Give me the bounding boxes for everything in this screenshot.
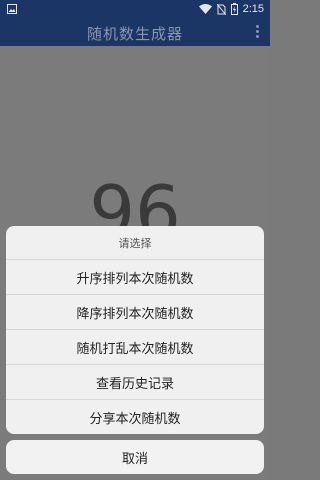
battery-icon — [230, 3, 238, 15]
status-time: 2:15 — [242, 3, 264, 15]
status-bar: 2:15 — [0, 0, 270, 18]
no-sim-icon — [216, 3, 226, 15]
view-history-option[interactable]: 查看历史记录 — [6, 365, 264, 400]
image-icon — [7, 4, 17, 14]
action-sheet-header: 请选择 — [6, 226, 264, 260]
status-icons: 2:15 — [198, 2, 264, 16]
sort-descending-option[interactable]: 降序排列本次随机数 — [6, 295, 264, 330]
sort-ascending-option[interactable]: 升序排列本次随机数 — [6, 260, 264, 295]
shuffle-option[interactable]: 随机打乱本次随机数 — [6, 330, 264, 365]
action-sheet: 请选择 升序排列本次随机数 降序排列本次随机数 随机打乱本次随机数 查看历史记录… — [6, 226, 264, 434]
cancel-button[interactable]: 取消 — [6, 440, 264, 474]
wifi-icon — [198, 4, 212, 14]
app-title: 随机数生成器 — [86, 25, 183, 43]
share-option[interactable]: 分享本次随机数 — [6, 400, 264, 434]
app-bar: 随机数生成器 — [0, 18, 270, 46]
more-vert-icon[interactable] — [256, 25, 260, 39]
